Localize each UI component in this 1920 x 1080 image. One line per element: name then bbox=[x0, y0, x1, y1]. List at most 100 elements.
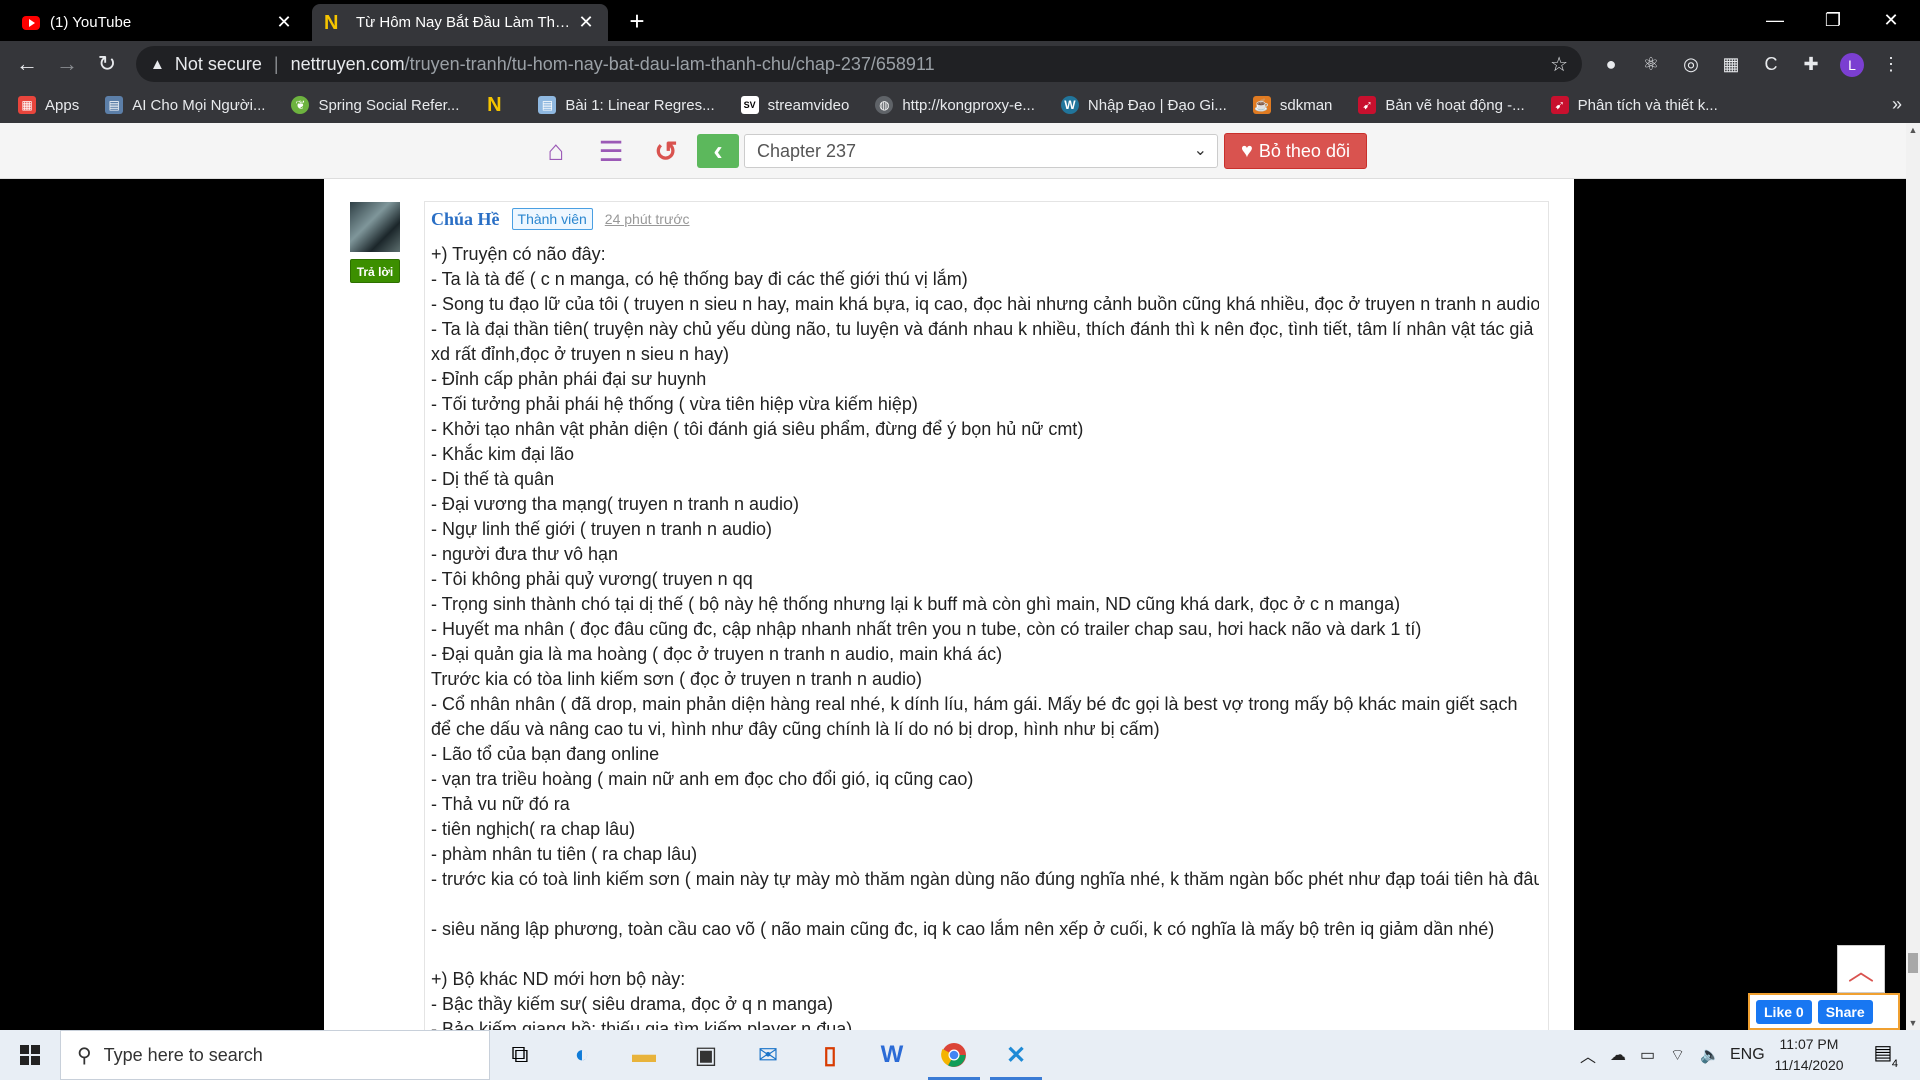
facebook-like-button[interactable]: Like 0 bbox=[1756, 999, 1812, 1024]
home-icon[interactable]: ⌂ bbox=[540, 135, 572, 167]
bookmark-item[interactable]: ☕ sdkman bbox=[1252, 96, 1333, 114]
bookmark-item[interactable]: ➹ Phân tích và thiết k... bbox=[1550, 96, 1718, 114]
avatar[interactable] bbox=[350, 202, 400, 252]
reload-icon[interactable]: ↻ bbox=[92, 49, 122, 79]
onedrive-icon[interactable]: ☁ bbox=[1610, 1030, 1626, 1080]
spring-leaf-icon: ❦ bbox=[291, 96, 310, 114]
stream-icon: SV bbox=[740, 96, 759, 114]
url-path: /truyen-tranh/tu-hom-nay-bat-dau-lam-tha… bbox=[404, 53, 935, 74]
bookmark-item[interactable]: W Nhập Đạo | Đạo Gi... bbox=[1060, 96, 1227, 114]
chapter-nav-bar: ⌂ ☰ ↺ ‹ Chapter 237 ⌄ ♥ Bỏ theo dõi bbox=[0, 123, 1906, 179]
facebook-share-button[interactable]: Share bbox=[1817, 999, 1873, 1024]
bookmark-item[interactable]: ▤ AI Cho Mọi Người... bbox=[105, 96, 265, 114]
bookmark-label: sdkman bbox=[1279, 96, 1333, 114]
window-close-button[interactable]: ✕ bbox=[1862, 0, 1920, 40]
comment-line: - Cổ nhân nhân ( đã drop, main phản diện… bbox=[431, 694, 1518, 739]
clock-date: 11/14/2020 bbox=[1774, 1057, 1844, 1073]
vscode-icon[interactable]: ✕ bbox=[986, 1030, 1046, 1080]
extension-react-icon[interactable]: ⚛ bbox=[1640, 53, 1662, 75]
language-indicator[interactable]: ENG bbox=[1730, 1030, 1765, 1080]
bookmark-label: Bản vẽ hoạt động -... bbox=[1385, 96, 1525, 114]
page-scrollbar[interactable]: ▲ ▼ bbox=[1906, 123, 1920, 1030]
bookmark-item[interactable]: ➹ Bản vẽ hoạt động -... bbox=[1358, 96, 1525, 114]
chrome-icon[interactable] bbox=[924, 1030, 984, 1080]
mail-icon[interactable]: ✉ bbox=[738, 1030, 798, 1080]
office-icon[interactable]: ▯ bbox=[800, 1030, 860, 1080]
notifications-icon[interactable]: ▤ 4 bbox=[1868, 1040, 1898, 1070]
extensions-puzzle-icon[interactable]: ✚ bbox=[1800, 53, 1822, 75]
forward-arrow-icon[interactable]: → bbox=[52, 49, 82, 79]
comment-line: Trước kia có tòa linh kiếm sơn ( đọc ở t… bbox=[431, 669, 923, 689]
minimize-button[interactable]: — bbox=[1746, 0, 1804, 40]
battery-icon[interactable]: ▭ bbox=[1640, 1030, 1655, 1080]
comment-line bbox=[431, 942, 1539, 967]
comment-line: - Ta là đại thần tiên( truyện này chủ yế… bbox=[431, 319, 1534, 364]
bookmark-label: Nhập Đạo | Đạo Gi... bbox=[1087, 96, 1227, 114]
unfollow-button[interactable]: ♥ Bỏ theo dõi bbox=[1224, 133, 1367, 169]
facebook-widget: Like 0 Share bbox=[1748, 993, 1900, 1030]
profile-avatar[interactable]: L bbox=[1840, 53, 1864, 77]
bookmark-label: Spring Social Refer... bbox=[318, 96, 460, 114]
tab-nettruyen[interactable]: N Từ Hôm Nay Bắt Đầu Làm Thành ✕ bbox=[312, 4, 608, 41]
new-tab-button[interactable]: + bbox=[622, 6, 652, 37]
bookmarks-overflow-icon[interactable]: » bbox=[1892, 94, 1902, 115]
address-bar[interactable]: ▲ Not secure | nettruyen.com/truyen-tran… bbox=[136, 46, 1582, 82]
close-icon[interactable]: ✕ bbox=[274, 12, 294, 33]
back-arrow-icon[interactable]: ← bbox=[12, 49, 42, 79]
chapter-select[interactable]: Chapter 237 ⌄ bbox=[744, 134, 1218, 168]
bookmark-apps[interactable]: ▦ Apps bbox=[18, 96, 79, 114]
scroll-up-arrow-icon[interactable]: ▲ bbox=[1906, 123, 1920, 137]
windows-start-icon[interactable] bbox=[0, 1030, 60, 1080]
bookmark-item[interactable]: SV streamvideo bbox=[740, 96, 849, 114]
comment-line: - siêu năng lập phương, toàn cầu cao võ … bbox=[431, 919, 1495, 939]
comment-line: - Dị thế tà quân bbox=[431, 469, 555, 489]
comment-line: - Thả vu nữ đó ra bbox=[431, 794, 570, 814]
menu-kebab-icon[interactable]: ⋮ bbox=[1880, 53, 1902, 75]
history-icon[interactable]: ↺ bbox=[650, 135, 682, 167]
nettruyen-icon: N bbox=[324, 11, 339, 34]
comment-time-text: 24 phút trước bbox=[604, 211, 690, 227]
bookmarks-bar: ▦ Apps ▤ AI Cho Mọi Người... ❦ Spring Socia… bbox=[0, 87, 1920, 123]
task-view-icon[interactable]: ⧉ bbox=[490, 1030, 550, 1080]
comment-author[interactable]: Chúa Hề bbox=[431, 209, 500, 230]
comment-line: - Đại vương tha mạng( truyen n tranh n a… bbox=[431, 494, 800, 514]
wifi-icon[interactable]: ⌔ bbox=[1670, 1030, 1685, 1080]
previous-chapter-button[interactable]: ‹ bbox=[697, 134, 739, 168]
scroll-down-arrow-icon[interactable]: ▼ bbox=[1906, 1016, 1920, 1030]
scrollbar-thumb[interactable] bbox=[1908, 953, 1918, 973]
bookmark-label: AI Cho Mọi Người... bbox=[132, 96, 266, 114]
taskbar-clock[interactable]: 11:07 PM 11/14/2020 bbox=[1766, 1034, 1852, 1076]
bookmark-item[interactable]: ▤ Bài 1: Linear Regres... bbox=[538, 96, 715, 114]
store-icon[interactable]: ▣ bbox=[676, 1030, 736, 1080]
extension-css-icon[interactable]: C bbox=[1760, 53, 1782, 75]
taskbar-search[interactable]: ⚲ Type here to search bbox=[60, 1030, 490, 1080]
ai-book-icon: ▤ bbox=[105, 96, 124, 114]
tab-title: Từ Hôm Nay Bắt Đầu Làm Thành bbox=[356, 14, 576, 31]
file-explorer-icon[interactable]: ▬ bbox=[614, 1030, 674, 1080]
security-label[interactable]: Not secure bbox=[175, 54, 262, 75]
youtube-icon bbox=[22, 15, 40, 30]
comment-line: - phàm nhân tu tiên ( ra chap lâu) bbox=[431, 844, 698, 864]
bookmark-item[interactable]: N bbox=[485, 94, 512, 116]
close-icon[interactable]: ✕ bbox=[576, 12, 596, 33]
volume-icon[interactable]: 🔈 bbox=[1700, 1030, 1720, 1080]
comment-line: - Song tu đạo lữ của tôi ( truyen n sieu… bbox=[431, 294, 1539, 314]
bookmark-star-icon[interactable]: ☆ bbox=[1550, 52, 1568, 77]
extension-qr-icon[interactable]: ▦ bbox=[1720, 53, 1742, 75]
extension-target-icon[interactable]: ◎ bbox=[1680, 53, 1702, 75]
reply-button[interactable]: Trả lời bbox=[350, 259, 400, 283]
writer-icon[interactable]: W bbox=[862, 1030, 922, 1080]
role-badge: Thành viên bbox=[511, 208, 593, 230]
comment-line: - tiên nghịch( ra chap lâu) bbox=[431, 819, 636, 839]
bookmark-item[interactable]: ❦ Spring Social Refer... bbox=[291, 96, 459, 114]
bookmark-item[interactable]: ◍ http://kongproxy-e... bbox=[875, 96, 1035, 114]
extension-circle-icon[interactable]: ● bbox=[1600, 53, 1622, 75]
scroll-to-top-button[interactable]: ︿ bbox=[1837, 945, 1885, 993]
chapter-list-icon[interactable]: ☰ bbox=[594, 135, 628, 167]
show-hidden-icons-icon[interactable]: ︿ bbox=[1580, 1030, 1596, 1080]
restore-button[interactable]: ❐ bbox=[1804, 0, 1862, 40]
edge-icon[interactable]: ◐ bbox=[552, 1030, 612, 1080]
tab-youtube[interactable]: (1) YouTube ✕ bbox=[10, 4, 306, 41]
comment-line: - Bậc thầy kiếm sư( siêu drama, đọc ở q … bbox=[431, 994, 834, 1014]
warning-icon[interactable]: ▲ bbox=[150, 56, 165, 73]
